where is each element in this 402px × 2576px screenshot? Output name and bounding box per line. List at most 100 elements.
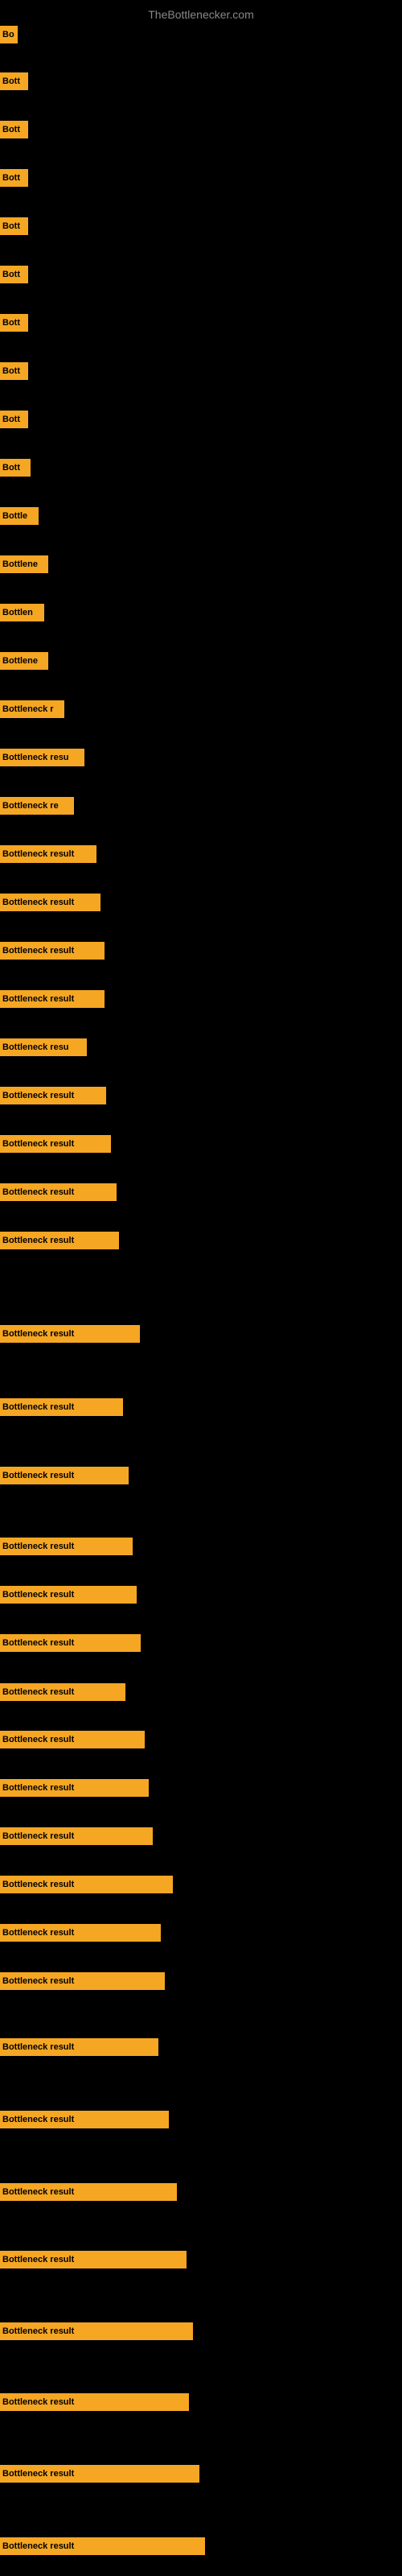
bar-label: Bottle — [0, 507, 39, 525]
bar-label: Bott — [0, 411, 28, 428]
bar-label: Bottleneck result — [0, 1876, 173, 1893]
bar-label: Bottleneck result — [0, 2038, 158, 2056]
bar-label: Bottleneck resu — [0, 1038, 87, 1056]
bar-label-text: Bottleneck result — [2, 1236, 74, 1245]
bar-label: Bottleneck result — [0, 1183, 117, 1201]
bar-row: Bottlene — [0, 650, 48, 671]
bar-row: Bottleneck result — [0, 1874, 173, 1895]
bar-row: Bottlen — [0, 602, 44, 623]
bar-label: Bottleneck result — [0, 1924, 161, 1942]
bar-row: Bott — [0, 71, 28, 92]
bar-row: Bottleneck result — [0, 1133, 111, 1154]
bar-label: Bott — [0, 459, 31, 477]
bar-row: Bottleneck result — [0, 2249, 187, 2270]
bar-label-text: Bottleneck result — [2, 2255, 74, 2264]
bar-label-text: Bottleneck result — [2, 2042, 74, 2052]
bar-row: Bottleneck result — [0, 1397, 123, 1418]
bar-label-text: Bottleneck resu — [2, 753, 69, 762]
bar-label-text: Bottleneck result — [2, 946, 74, 956]
bar-row: Bottleneck result — [0, 1536, 133, 1557]
bar-label-text: Bottlen — [2, 608, 33, 617]
bar-row: Bottleneck result — [0, 1633, 141, 1653]
bar-row: Bottleneck r — [0, 699, 64, 720]
bar-label: Bott — [0, 217, 28, 235]
bar-label: Bottleneck result — [0, 2322, 193, 2340]
bar-label-text: Bottleneck result — [2, 2541, 74, 2551]
bar-label: Bottleneck result — [0, 2111, 169, 2128]
bar-label-text: Bottleneck result — [2, 1402, 74, 1412]
bar-row: Bottleneck result — [0, 1777, 149, 1798]
bar-row: Bottle — [0, 506, 39, 526]
bar-row: Bottleneck result — [0, 1922, 161, 1943]
bar-row: Bott — [0, 312, 28, 333]
bar-row: Bottleneck result — [0, 2037, 158, 2058]
bar-row: Bottleneck result — [0, 2321, 193, 2342]
bar-row: Bott — [0, 361, 28, 382]
bar-label: Bottleneck result — [0, 1135, 111, 1153]
bar-label: Bott — [0, 362, 28, 380]
bar-label: Bott — [0, 169, 28, 187]
bar-row: Bottleneck result — [0, 1682, 125, 1703]
bar-label: Bottleneck result — [0, 2537, 205, 2555]
bar-label-text: Bottleneck result — [2, 2469, 74, 2479]
bar-label: Bottleneck result — [0, 1087, 106, 1104]
bar-row: Bott — [0, 409, 28, 430]
bar-row: Bottleneck result — [0, 1971, 165, 1992]
bar-label: Bottleneck result — [0, 1972, 165, 1990]
bar-label: Bottleneck result — [0, 1467, 129, 1484]
bar-label: Bottleneck result — [0, 845, 96, 863]
bar-row: Bottleneck result — [0, 1465, 129, 1486]
bar-label-text: Bottleneck result — [2, 1187, 74, 1197]
bar-label: Bott — [0, 121, 28, 138]
bar-label-text: Bottleneck result — [2, 1976, 74, 1986]
bar-label-text: Bottleneck result — [2, 2187, 74, 2197]
bar-label-text: Bo — [2, 30, 14, 39]
bar-label-text: Bottleneck result — [2, 1880, 74, 1889]
bar-label-text: Bottleneck r — [2, 704, 54, 714]
bar-row: Bottleneck result — [0, 2536, 205, 2557]
bar-label-text: Bott — [2, 221, 20, 231]
bar-label-text: Bottleneck result — [2, 1831, 74, 1841]
bar-row: Bottleneck result — [0, 2109, 169, 2130]
bar-row: Bott — [0, 457, 31, 478]
bar-label-text: Bottleneck result — [2, 1783, 74, 1793]
bar-label: Bottlene — [0, 652, 48, 670]
bar-label-text: Bottleneck re — [2, 801, 59, 811]
bar-label-text: Bott — [2, 366, 20, 376]
bar-label: Bottleneck result — [0, 942, 105, 960]
bar-row: Bottleneck result — [0, 2463, 199, 2484]
bar-row: Bottlene — [0, 554, 48, 575]
bar-label: Bottleneck result — [0, 1827, 153, 1845]
bar-label-text: Bott — [2, 318, 20, 328]
bar-label-text: Bott — [2, 173, 20, 183]
bar-row: Bottleneck result — [0, 2392, 189, 2413]
bar-row: Bottleneck result — [0, 989, 105, 1009]
bar-row: Bottleneck result — [0, 940, 105, 961]
bar-label: Bott — [0, 314, 28, 332]
bar-label: Bottleneck result — [0, 2465, 199, 2483]
bar-label-text: Bott — [2, 76, 20, 86]
bar-label-text: Bottlene — [2, 656, 38, 666]
bar-label-text: Bottle — [2, 511, 27, 521]
bar-label-text: Bottleneck result — [2, 2115, 74, 2124]
bar-row: Bottleneck result — [0, 1584, 137, 1605]
bar-label-text: Bottleneck result — [2, 1139, 74, 1149]
bar-label-text: Bottleneck result — [2, 1928, 74, 1938]
bar-label: Bottleneck result — [0, 1634, 141, 1652]
bar-label: Bottleneck re — [0, 797, 74, 815]
bar-label-text: Bottleneck result — [2, 1590, 74, 1600]
bar-label: Bottleneck result — [0, 2251, 187, 2268]
bar-row: Bottleneck resu — [0, 747, 84, 768]
bar-label-text: Bottleneck result — [2, 849, 74, 859]
bar-row: Bottleneck result — [0, 1182, 117, 1203]
bar-label: Bottleneck result — [0, 1586, 137, 1604]
bar-label-text: Bottleneck result — [2, 1471, 74, 1480]
bar-label: Bott — [0, 72, 28, 90]
bar-label: Bottleneck result — [0, 1325, 140, 1343]
bar-label: Bottleneck r — [0, 700, 64, 718]
bar-row: Bottleneck result — [0, 2182, 177, 2202]
bar-row: Bottleneck result — [0, 844, 96, 865]
bar-label-text: Bottleneck result — [2, 1542, 74, 1551]
bar-label-text: Bottlene — [2, 559, 38, 569]
bar-row: Bott — [0, 264, 28, 285]
